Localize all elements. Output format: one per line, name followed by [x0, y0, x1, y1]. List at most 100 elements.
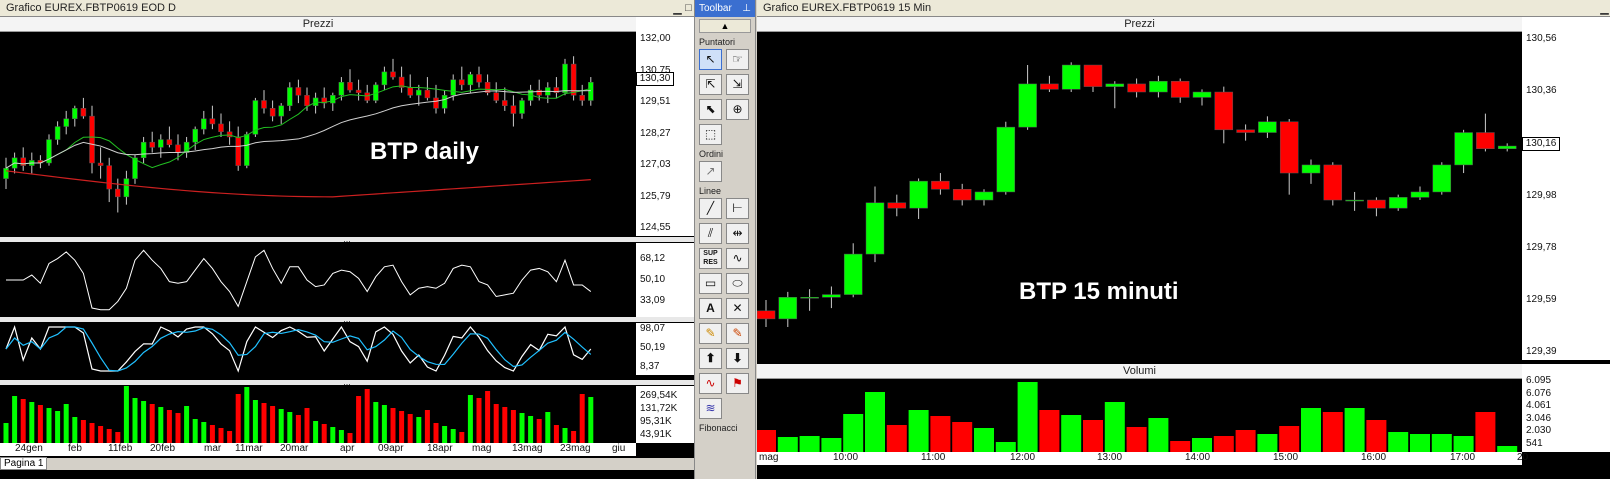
scroll-up-button[interactable]: ▲ — [699, 19, 751, 33]
scale-tick: 131,72K — [640, 403, 678, 414]
daily-candle — [97, 162, 104, 166]
intraday-candle — [1105, 83, 1125, 87]
daily-volume-bar — [132, 398, 138, 443]
intraday-candle — [778, 297, 798, 320]
date-tick: feb — [68, 443, 82, 454]
daily-separator-2[interactable]: ... — [0, 315, 694, 324]
arrow-down-icon[interactable]: ⬇ — [726, 348, 749, 369]
time-tick: 15:00 — [1273, 452, 1299, 463]
intraday-volume-bar — [1410, 434, 1430, 452]
daily-volume-bar — [252, 400, 258, 443]
intraday-chart-window[interactable]: Grafico EUREX.FBTP0619 15 Min ▁ Prezzi B… — [757, 0, 1610, 479]
daily-candle — [304, 95, 310, 106]
daily-candle — [467, 74, 474, 86]
daily-candle — [364, 92, 370, 101]
daily-volume-bar — [175, 413, 181, 443]
intraday-candle — [1127, 83, 1146, 93]
time-tick: 14:00 — [1185, 452, 1211, 463]
minimize-icon[interactable]: ▁ — [672, 2, 683, 15]
tab-pagina-1[interactable]: Pagina 1 — [0, 457, 48, 470]
daily-separator-3[interactable]: ... — [0, 378, 694, 387]
daily-volume-bar — [347, 433, 353, 443]
intraday-candle — [1388, 197, 1408, 209]
intraday-volume-bar — [995, 442, 1016, 452]
daily-window-title: Grafico EUREX.FBTP0619 EOD D — [6, 2, 176, 14]
daily-volume-bar — [80, 420, 86, 443]
ellipse-icon[interactable]: ⬭ — [726, 273, 749, 294]
daily-tab-bar: Pagina 1 — [0, 457, 694, 470]
pin-icon[interactable]: ⊥ — [742, 0, 751, 17]
daily-candle — [441, 95, 448, 109]
date-tick: 23mag — [560, 443, 591, 454]
daily-stoch-scale: 98,07 50,19 8,37 — [636, 323, 694, 375]
daily-candle — [562, 63, 568, 93]
daily-volume-bar — [502, 407, 508, 443]
daily-candle — [416, 89, 422, 96]
toolbar-header[interactable]: Toolbar ⊥ — [695, 0, 755, 17]
hand-pointer-icon[interactable]: ☞ — [726, 49, 749, 70]
scale-tick: 132,00 — [640, 33, 671, 44]
intraday-volume-bar — [1257, 434, 1278, 452]
daily-price-chart[interactable] — [0, 32, 636, 236]
intraday-volume-bar — [1213, 436, 1234, 452]
time-tick: 11:00 — [921, 452, 946, 463]
flag-icon[interactable]: ⚑ — [726, 373, 749, 394]
intraday-window-titlebar[interactable]: Grafico EUREX.FBTP0619 15 Min ▁ — [757, 0, 1610, 17]
daily-rsi-indicator[interactable] — [0, 243, 636, 317]
crosshair-pointer-icon[interactable]: ⇱ — [699, 74, 722, 95]
pencil-red-icon[interactable]: ✎ — [726, 323, 749, 344]
daily-stochastic-indicator[interactable] — [0, 323, 636, 375]
text-icon[interactable]: A — [699, 298, 722, 319]
date-tick: 20mar — [280, 443, 309, 454]
cycle-icon[interactable]: ≋ — [699, 398, 722, 419]
intraday-volume-bar — [1148, 418, 1169, 452]
daily-volume-bar — [12, 396, 18, 443]
selection-box-icon[interactable]: ⬚ — [699, 124, 722, 145]
intraday-volume-chart[interactable] — [757, 379, 1522, 452]
minimize-icon[interactable]: ▁ — [1599, 2, 1610, 15]
parallel-lines-icon[interactable]: ⫽ — [699, 223, 722, 244]
intraday-price-chart[interactable] — [757, 32, 1522, 360]
scale-tick: 129,98 — [1526, 189, 1557, 201]
daily-window-titlebar[interactable]: Grafico EUREX.FBTP0619 EOD D ▁ □ — [0, 0, 694, 17]
gann-icon[interactable]: ✕ — [726, 298, 749, 319]
daily-separator-1[interactable]: ... — [0, 235, 694, 244]
magnet-pointer-icon[interactable]: ⇲ — [726, 74, 749, 95]
intraday-price-scale[interactable]: 130,56 130,36 130,16 129,98 129,78 129,59 129,… — [1522, 17, 1610, 360]
intraday-window-title: Grafico EUREX.FBTP0619 15 Min — [763, 2, 932, 14]
daily-candle — [244, 134, 250, 166]
intraday-candle — [1061, 64, 1081, 90]
daily-volume-chart[interactable] — [0, 386, 636, 443]
daily-candle — [407, 87, 413, 96]
daily-volume-bar — [37, 405, 43, 443]
intraday-candle — [1258, 121, 1277, 133]
intraday-volume-bar — [843, 414, 864, 452]
pencil-icon[interactable]: ✎ — [699, 323, 722, 344]
arrow-up-icon[interactable]: ⬆ — [699, 348, 722, 369]
intraday-candle — [1476, 132, 1495, 149]
horizontal-line-icon[interactable]: ⇹ — [726, 223, 749, 244]
trendline-icon[interactable]: ╱ — [699, 198, 722, 219]
daily-price-scale[interactable]: 132,00 130,75 129,51 128,27 127,03 125,79 124,… — [636, 17, 694, 236]
order-icon[interactable]: ↗ — [699, 161, 722, 182]
daily-chart-window[interactable]: Grafico EUREX.FBTP0619 EOD D ▁ □ Prezzi … — [0, 0, 694, 479]
wave-icon[interactable]: ∿ — [699, 373, 722, 394]
daily-volume-bar — [209, 425, 215, 443]
intraday-candle — [1301, 164, 1321, 174]
daily-volume-bar — [459, 432, 465, 443]
scale-tick: 130,56 — [1526, 33, 1557, 44]
daily-volume-bar — [553, 425, 559, 443]
select-pointer-icon[interactable]: ⬉ — [699, 99, 722, 120]
daily-candle — [433, 97, 439, 109]
rectangle-icon[interactable]: ▭ — [699, 273, 722, 294]
daily-candle — [493, 92, 499, 101]
intraday-volume-bar — [1431, 434, 1452, 452]
pointer-icon[interactable]: ↖ — [699, 49, 722, 70]
zoom-icon[interactable]: ⊕ — [726, 99, 749, 120]
intraday-candle — [931, 180, 950, 190]
maximize-icon[interactable]: □ — [683, 2, 694, 14]
horizontal-segment-icon[interactable]: ⊢ — [726, 198, 749, 219]
support-resistance-icon[interactable]: SUP RES — [699, 248, 722, 269]
polyline-icon[interactable]: ∿ — [726, 248, 749, 269]
intraday-volume-bar — [1039, 410, 1060, 452]
